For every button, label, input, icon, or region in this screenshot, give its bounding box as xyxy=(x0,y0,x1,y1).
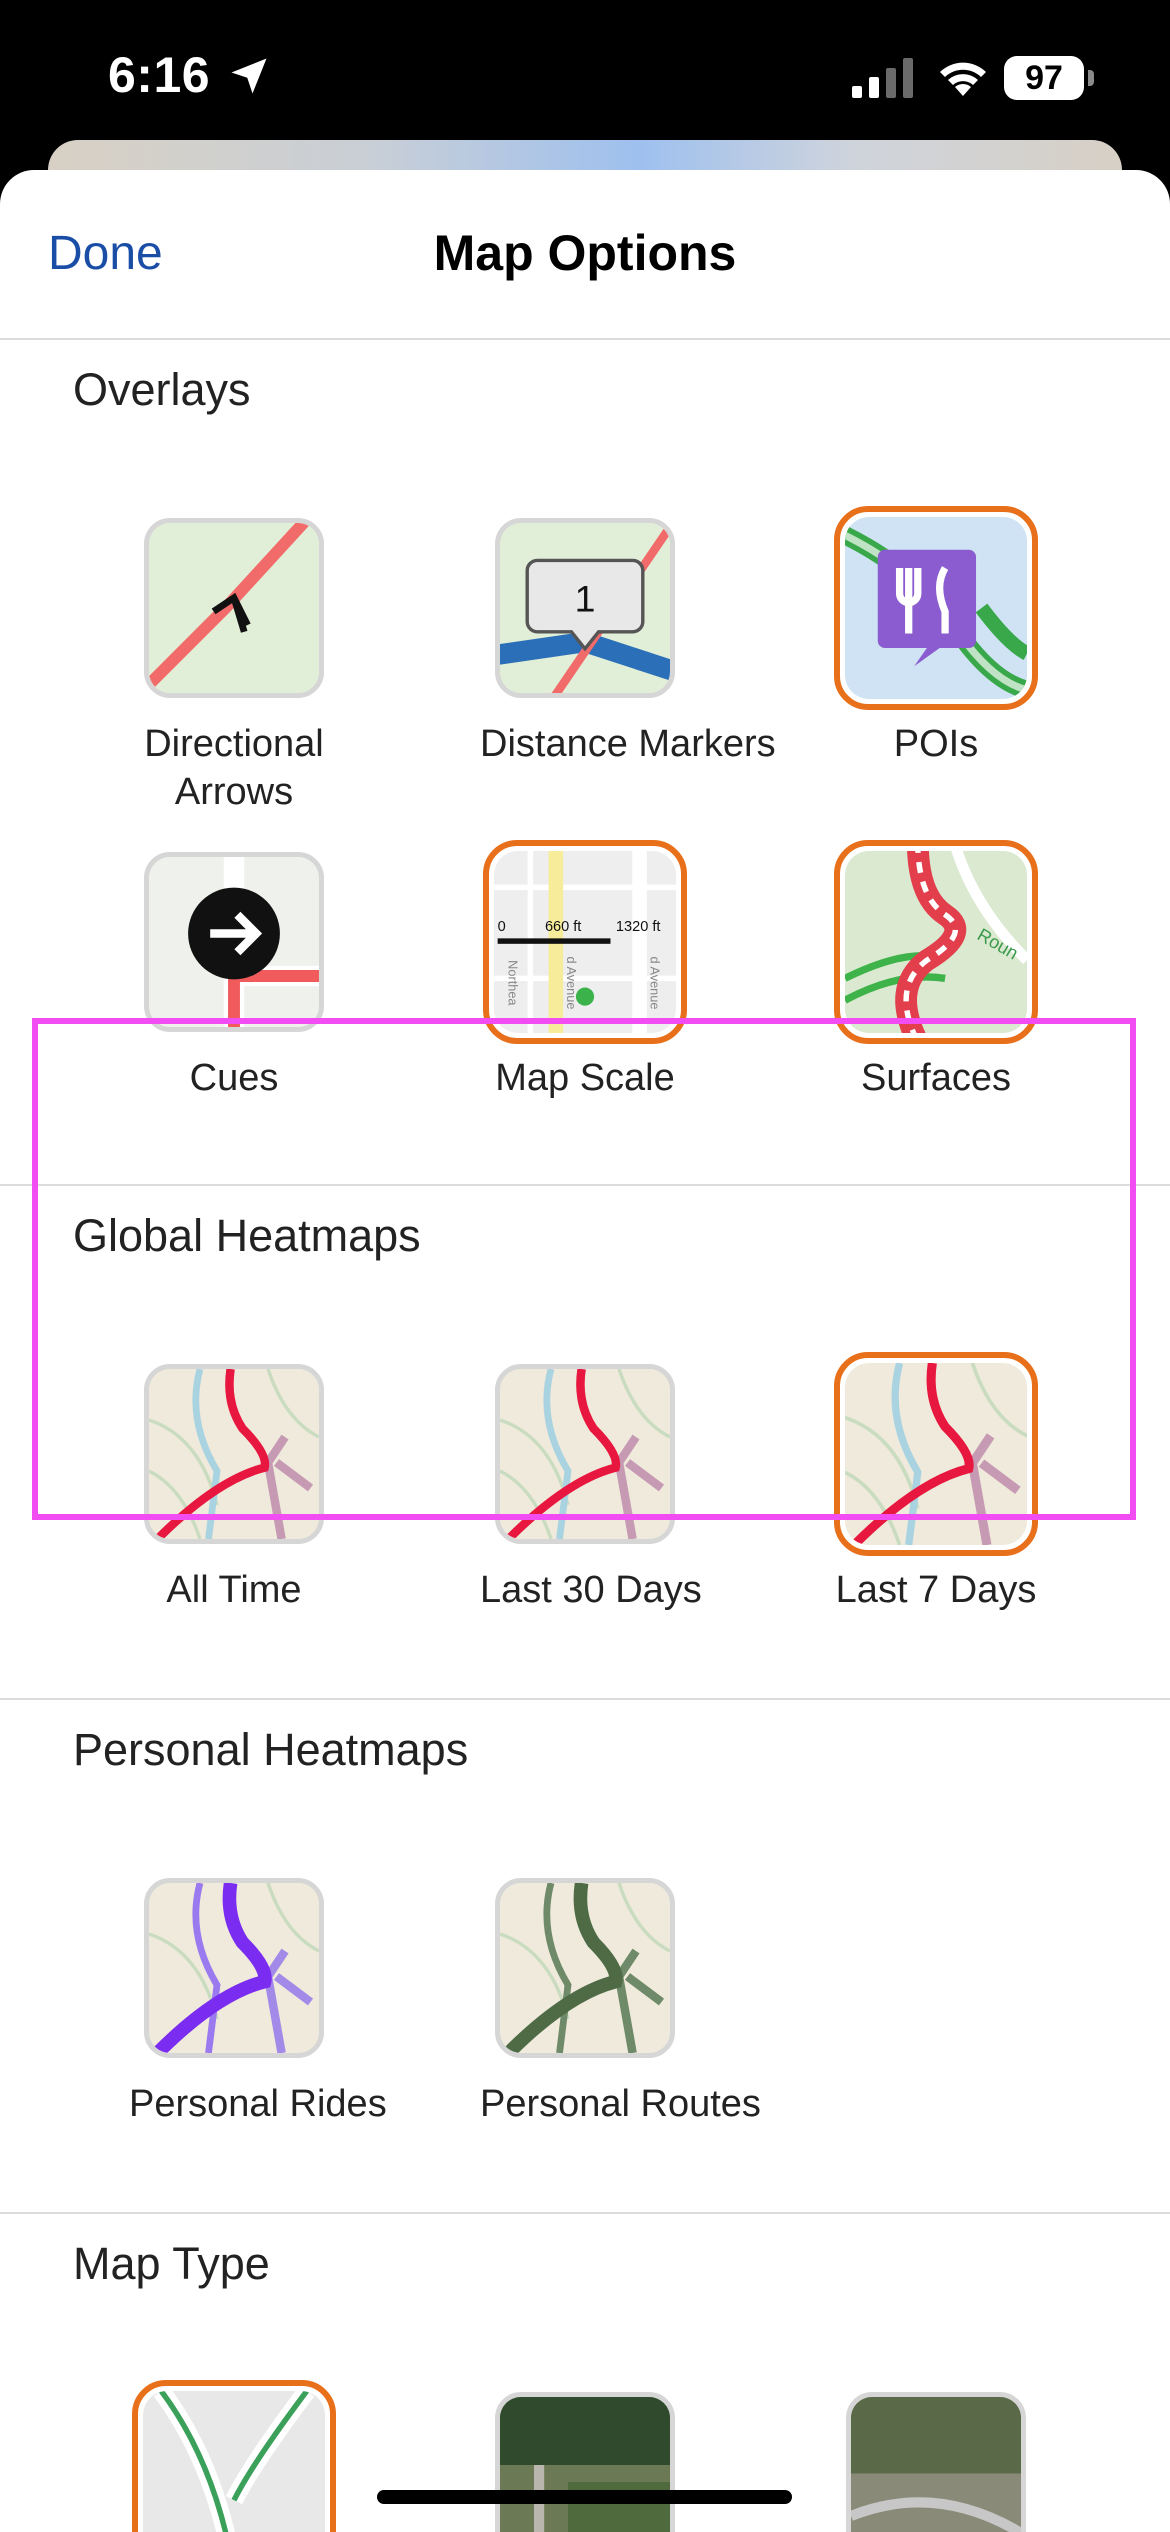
map-scale-icon: 0 660 ft 1320 ft Northea d Avenue d Avenue xyxy=(483,840,687,1044)
pois-icon xyxy=(834,506,1038,710)
cell-signal-icon xyxy=(852,58,913,98)
map-options-sheet: Done Map Options Overlays Directional Ar… xyxy=(0,170,1170,2532)
heatmap-label: Last 30 Days xyxy=(480,1569,702,1611)
heatmap-personal-rides[interactable]: Personal Rides xyxy=(129,1878,387,2128)
page-title: Map Options xyxy=(433,225,737,281)
overlays-section-title: Overlays xyxy=(73,364,251,415)
street-label: d Avenue xyxy=(648,957,663,1010)
scale-label-1: 660 ft xyxy=(545,919,581,935)
directional-arrows-icon xyxy=(144,518,324,698)
highlight-box xyxy=(32,1018,1136,1520)
overlay-distance-markers[interactable]: 1 Distance Markers xyxy=(480,518,776,768)
street-label: d Avenue xyxy=(564,957,579,1010)
overlay-directional-arrows[interactable]: Directional Arrows xyxy=(129,518,339,816)
standard-map-icon xyxy=(132,2380,336,2532)
divider xyxy=(0,2212,1170,2214)
status-bar: 6:16 97 xyxy=(0,0,1170,150)
heatmap-label: Personal Routes xyxy=(480,2083,761,2125)
scale-label-2: 1320 ft xyxy=(616,919,661,935)
location-arrow-icon xyxy=(231,58,267,94)
heatmap-label: Personal Rides xyxy=(129,2083,387,2125)
wifi-icon xyxy=(940,62,986,96)
overlay-label: Distance Markers xyxy=(480,723,776,765)
heatmap-label: All Time xyxy=(166,1569,302,1611)
scale-label-0: 0 xyxy=(498,919,506,935)
overlay-label: POIs xyxy=(893,723,979,765)
map-type-hybrid[interactable] xyxy=(831,2392,1041,2532)
personal-heatmaps-section-title: Personal Heatmaps xyxy=(73,1724,469,1775)
map-type-satellite[interactable] xyxy=(480,2392,690,2532)
overlay-label: Directional Arrows xyxy=(144,723,324,813)
overlay-pois[interactable]: POIs xyxy=(831,506,1041,768)
heatmap-purple-icon xyxy=(144,1878,324,2058)
status-time: 6:16 xyxy=(108,47,211,103)
battery-level: 97 xyxy=(1004,56,1084,100)
home-indicator[interactable] xyxy=(377,2490,792,2504)
hybrid-map-icon xyxy=(846,2392,1026,2532)
navigation-bar: Done Map Options xyxy=(0,170,1170,340)
heatmap-personal-routes[interactable]: Personal Routes xyxy=(480,1878,761,2128)
map-type-standard[interactable] xyxy=(129,2380,339,2532)
distance-markers-icon: 1 xyxy=(495,518,675,698)
satellite-map-icon xyxy=(495,2392,675,2532)
map-type-section-title: Map Type xyxy=(73,2238,270,2289)
marker-number: 1 xyxy=(575,577,596,619)
divider xyxy=(0,1698,1170,1700)
heatmap-label: Last 7 Days xyxy=(835,1569,1037,1611)
cues-icon xyxy=(144,852,324,1032)
heatmap-green-icon xyxy=(495,1878,675,2058)
battery-icon: 97 xyxy=(1004,56,1094,100)
street-label: Northea xyxy=(506,960,521,1006)
surfaces-icon: Roun xyxy=(834,840,1038,1044)
